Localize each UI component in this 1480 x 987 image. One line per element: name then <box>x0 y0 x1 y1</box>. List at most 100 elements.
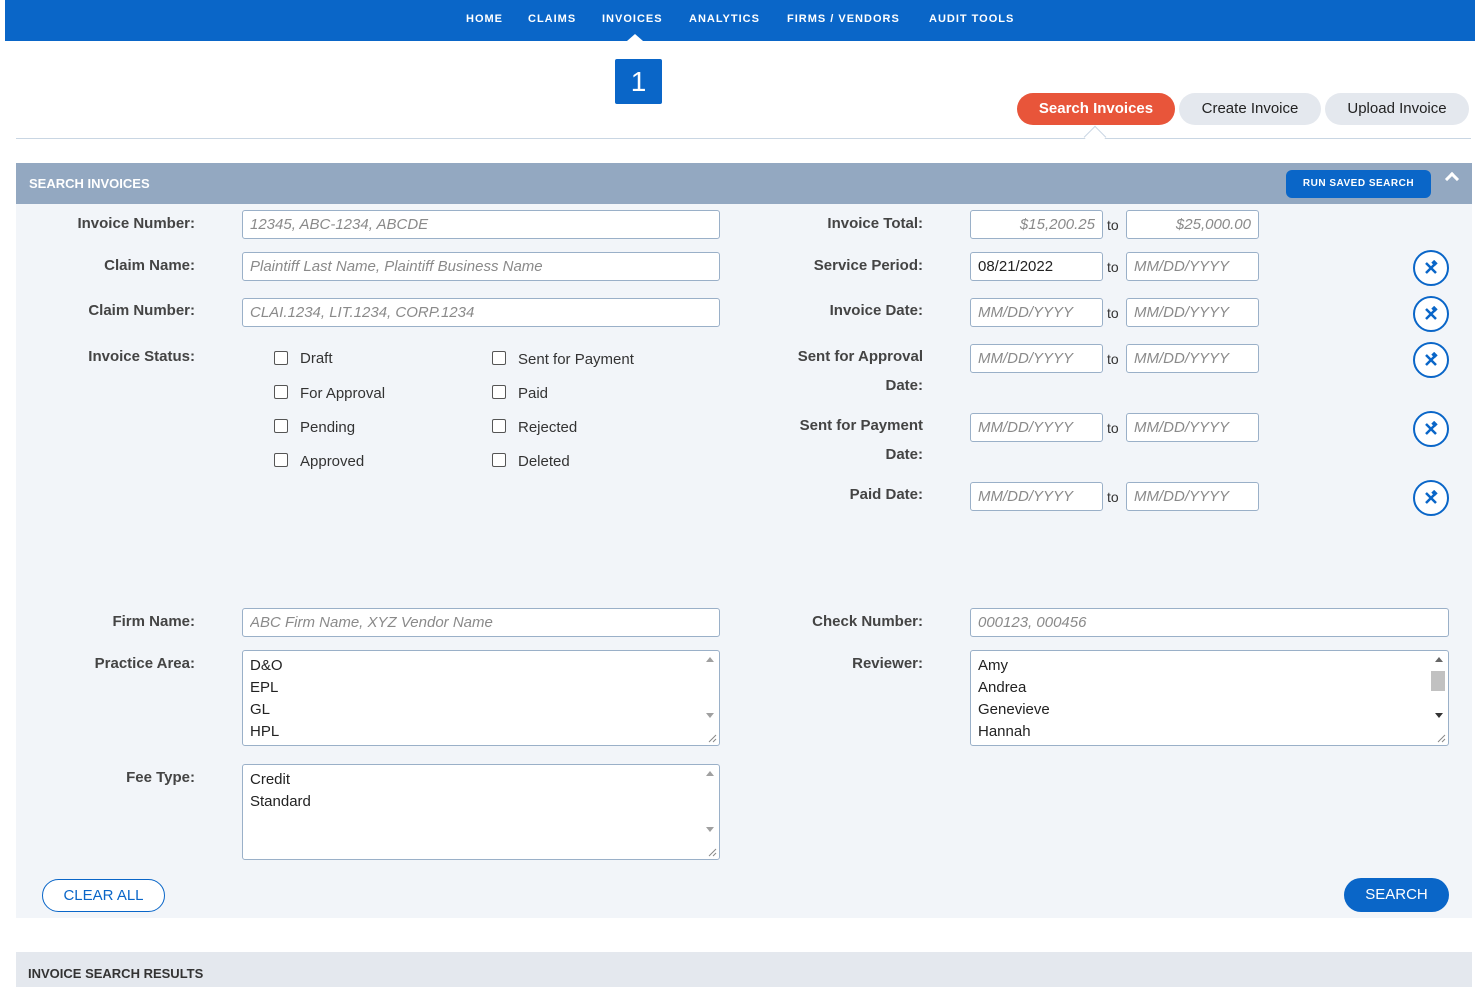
tab-upload-invoice[interactable]: Upload Invoice <box>1325 93 1469 125</box>
paid-date-from-input[interactable] <box>970 482 1103 511</box>
search-button[interactable]: SEARCH <box>1344 878 1449 912</box>
nav-invoices[interactable]: INVOICES <box>602 13 663 25</box>
reviewer-option[interactable]: Amy <box>978 657 1008 674</box>
status-deleted-checkbox[interactable] <box>492 453 506 467</box>
eraser-icon <box>1425 260 1438 274</box>
paid-date-label: Paid Date: <box>849 486 923 503</box>
service-period-from-input[interactable] <box>970 252 1103 281</box>
status-rejected-checkbox[interactable] <box>492 419 506 433</box>
reviewer-option[interactable]: Hannah <box>978 723 1031 740</box>
active-tab-pointer <box>1083 125 1107 149</box>
practice-area-option[interactable]: D&O <box>250 657 283 674</box>
nav-audit-tools[interactable]: AUDIT TOOLS <box>929 13 1014 25</box>
sent-for-approval-label-1: Sent for Approval <box>797 348 923 365</box>
invoice-date-from-input[interactable] <box>970 298 1103 327</box>
scroll-down-icon[interactable] <box>706 827 714 832</box>
step-badge: 1 <box>615 59 662 104</box>
nav-analytics[interactable]: ANALYTICS <box>689 13 760 25</box>
status-paid-checkbox[interactable] <box>492 385 506 399</box>
sent-for-payment-label-1: Sent for Payment <box>799 417 923 434</box>
nav-home[interactable]: HOME <box>466 13 503 25</box>
clear-invoice-date-icon[interactable] <box>1413 296 1449 332</box>
invoice-date-to-input[interactable] <box>1126 298 1259 327</box>
tab-search-invoices[interactable]: Search Invoices <box>1017 93 1175 125</box>
fee-type-option[interactable]: Credit <box>250 771 290 788</box>
sent-for-payment-to-input[interactable] <box>1126 413 1259 442</box>
reviewer-listbox[interactable]: Amy Andrea Genevieve Hannah <box>970 650 1449 746</box>
invoice-total-label: Invoice Total: <box>827 215 923 232</box>
status-pending-label: Pending <box>300 419 356 436</box>
sent-for-payment-label-2: Date: <box>885 446 923 463</box>
scroll-up-icon[interactable] <box>1435 657 1443 662</box>
service-period-to-input[interactable] <box>1126 252 1259 281</box>
status-pending-checkbox[interactable] <box>274 419 288 433</box>
status-deleted-label: Deleted <box>518 453 570 470</box>
clear-sent-for-payment-icon[interactable] <box>1413 411 1449 447</box>
claim-name-input[interactable] <box>242 252 720 281</box>
collapse-chevron-icon[interactable] <box>1444 171 1460 187</box>
to-label: to <box>1107 305 1119 321</box>
tab-divider <box>16 138 1471 139</box>
status-draft-checkbox[interactable] <box>274 351 288 365</box>
status-paid-label: Paid <box>518 385 549 402</box>
clear-sent-for-approval-icon[interactable] <box>1413 342 1449 378</box>
invoice-total-from-input[interactable] <box>970 210 1103 239</box>
reviewer-option[interactable]: Andrea <box>978 679 1026 696</box>
to-label: to <box>1107 217 1119 233</box>
practice-area-listbox[interactable]: D&O EPL GL HPL <box>242 650 720 746</box>
sent-for-payment-from-input[interactable] <box>970 413 1103 442</box>
nav-claims[interactable]: CLAIMS <box>528 13 576 25</box>
practice-area-label: Practice Area: <box>94 655 195 672</box>
status-approved-checkbox[interactable] <box>274 453 288 467</box>
top-nav-bar: HOME CLAIMS INVOICES ANALYTICS FIRMS / V… <box>5 0 1475 41</box>
practice-area-option[interactable]: EPL <box>250 679 278 696</box>
to-label: to <box>1107 420 1119 436</box>
scroll-up-icon[interactable] <box>706 657 714 662</box>
eraser-icon <box>1425 490 1438 504</box>
resize-grip-icon[interactable] <box>1436 733 1446 743</box>
practice-area-option[interactable]: GL <box>250 701 270 718</box>
sent-for-approval-to-input[interactable] <box>1126 344 1259 373</box>
resize-grip-icon[interactable] <box>707 733 717 743</box>
status-for-approval-label: For Approval <box>300 385 386 402</box>
to-label: to <box>1107 351 1119 367</box>
eraser-icon <box>1425 306 1438 320</box>
nav-firms-vendors[interactable]: FIRMS / VENDORS <box>787 13 900 25</box>
invoice-number-input[interactable] <box>242 210 720 239</box>
invoice-status-label: Invoice Status: <box>88 348 195 365</box>
scroll-up-icon[interactable] <box>706 771 714 776</box>
claim-name-label: Claim Name: <box>104 257 195 274</box>
status-rejected-label: Rejected <box>518 419 578 436</box>
paid-date-to-input[interactable] <box>1126 482 1259 511</box>
sent-for-approval-label-2: Date: <box>885 377 923 394</box>
fee-type-option[interactable]: Standard <box>250 793 311 810</box>
clear-all-button[interactable]: CLEAR ALL <box>42 879 165 912</box>
resize-grip-icon[interactable] <box>707 847 717 857</box>
status-draft-label: Draft <box>300 350 333 367</box>
reviewer-option[interactable]: Genevieve <box>978 701 1050 718</box>
scroll-down-icon[interactable] <box>1435 713 1443 718</box>
status-approved-label: Approved <box>300 453 365 470</box>
check-number-input[interactable] <box>970 608 1449 637</box>
firm-name-input[interactable] <box>242 608 720 637</box>
invoice-search-results-header: INVOICE SEARCH RESULTS <box>16 952 1472 987</box>
status-sent-for-payment-checkbox[interactable] <box>492 351 506 365</box>
fee-type-listbox[interactable]: Credit Standard <box>242 764 720 860</box>
results-title: INVOICE SEARCH RESULTS <box>28 966 204 981</box>
scrollbar-thumb[interactable] <box>1431 671 1445 691</box>
check-number-label: Check Number: <box>812 613 923 630</box>
clear-service-period-icon[interactable] <box>1413 250 1449 286</box>
claim-number-input[interactable] <box>242 298 720 327</box>
run-saved-search-button[interactable]: RUN SAVED SEARCH <box>1286 170 1431 198</box>
tab-create-invoice[interactable]: Create Invoice <box>1179 93 1321 125</box>
scroll-down-icon[interactable] <box>706 713 714 718</box>
status-sent-for-payment-label: Sent for Payment <box>518 351 634 368</box>
sent-for-approval-from-input[interactable] <box>970 344 1103 373</box>
status-for-approval-checkbox[interactable] <box>274 385 288 399</box>
invoice-total-to-input[interactable] <box>1126 210 1259 239</box>
practice-area-option[interactable]: HPL <box>250 723 279 740</box>
panel-header: SEARCH INVOICES RUN SAVED SEARCH <box>16 163 1472 204</box>
fee-type-label: Fee Type: <box>126 769 195 786</box>
service-period-label: Service Period: <box>813 257 923 274</box>
clear-paid-date-icon[interactable] <box>1413 480 1449 516</box>
